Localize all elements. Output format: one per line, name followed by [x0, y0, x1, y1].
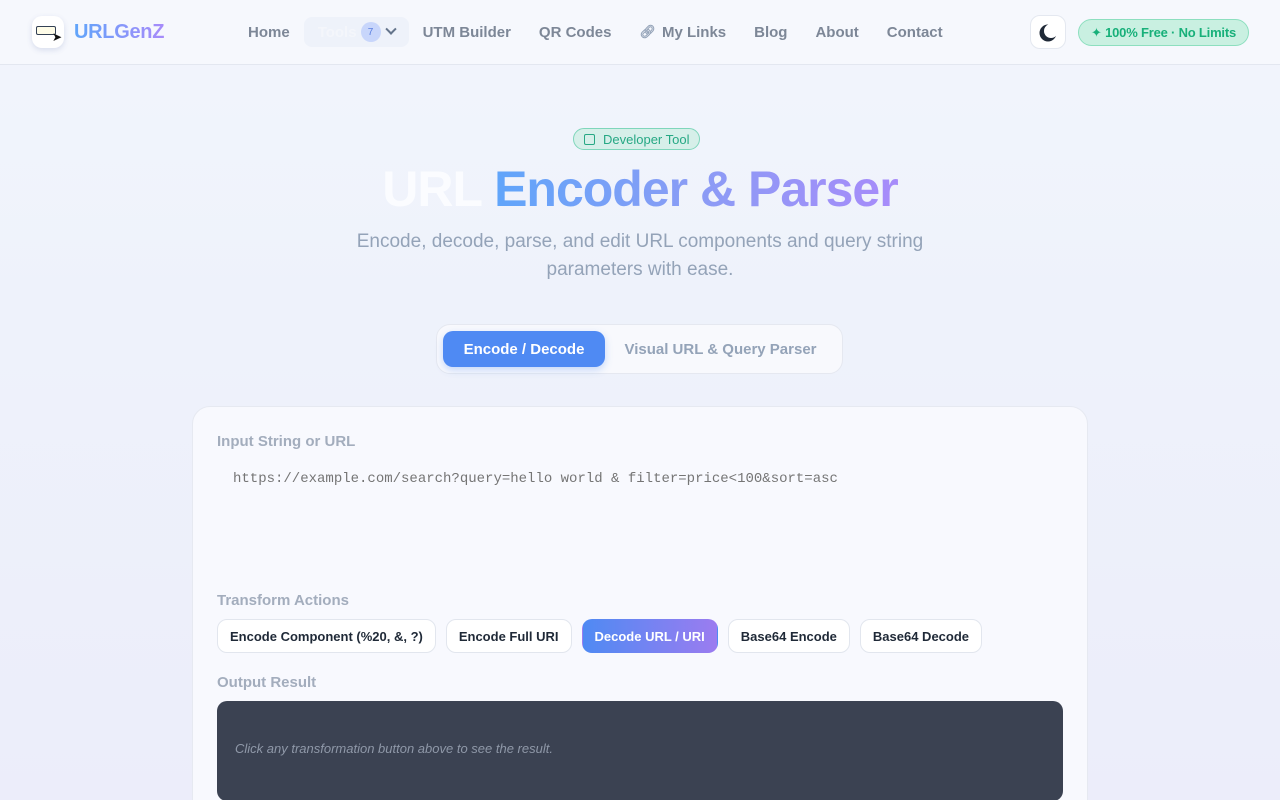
code-icon: [584, 133, 595, 145]
link-icon: 🔗︎: [639, 24, 656, 39]
tab-encode-decode[interactable]: Encode / Decode: [443, 331, 605, 367]
nav-utm-builder[interactable]: UTM Builder: [409, 17, 525, 47]
nav-my-links[interactable]: 🔗︎ My Links: [625, 17, 740, 47]
encoder-card: Input String or URL Transform Actions En…: [192, 406, 1088, 800]
output-label: Output Result: [217, 674, 317, 691]
main-nav: Home Tools 7 UTM Builder QR Codes 🔗︎ My …: [234, 17, 957, 47]
encode-component-button[interactable]: Encode Component (%20, &, ?): [217, 619, 436, 653]
site-header: ➤ URLGenZ Home Tools 7 UTM Builder QR Co…: [0, 0, 1280, 65]
input-label: Input String or URL: [217, 433, 356, 450]
title-white-part: URL: [382, 161, 482, 217]
decode-url-button[interactable]: Decode URL / URI: [581, 619, 718, 653]
logo[interactable]: ➤ URLGenZ: [32, 16, 164, 48]
nav-my-links-label: My Links: [661, 23, 727, 41]
transform-actions: Encode Component (%20, &, ?) Encode Full…: [217, 619, 992, 653]
nav-blog[interactable]: Blog: [740, 17, 801, 47]
nav-tools[interactable]: Tools 7: [303, 17, 409, 47]
input-textarea[interactable]: [217, 465, 1063, 585]
nav-tools-label: Tools: [317, 23, 357, 41]
base64-encode-button[interactable]: Base64 Encode: [727, 619, 850, 653]
moon-icon: [1044, 24, 1058, 38]
page-title: URL Encoder & Parser: [0, 160, 1280, 218]
mode-tabs: Encode / Decode Visual URL & Query Parse…: [436, 324, 843, 374]
nav-about[interactable]: About: [801, 17, 872, 47]
base64-decode-button[interactable]: Base64 Decode: [859, 619, 983, 653]
nav-contact[interactable]: Contact: [873, 17, 957, 47]
tab-visual-parser[interactable]: Visual URL & Query Parser: [605, 331, 836, 367]
theme-toggle-button[interactable]: [1030, 15, 1066, 49]
page-subtitle: Encode, decode, parse, and edit URL comp…: [356, 231, 924, 280]
developer-tool-label: Developer Tool: [603, 131, 690, 147]
actions-label: Transform Actions: [217, 592, 349, 609]
encode-full-uri-button[interactable]: Encode Full URI: [445, 619, 572, 653]
chevron-down-icon: [384, 23, 397, 35]
nav-qr-codes[interactable]: QR Codes: [525, 17, 626, 47]
nav-home[interactable]: Home: [234, 17, 304, 47]
free-badge: ✦ 100% Free · No Limits: [1078, 19, 1250, 46]
brand-name: URLGenZ: [74, 20, 165, 43]
output-result[interactable]: Click any transformation button above to…: [217, 701, 1063, 800]
logo-icon: ➤: [32, 16, 64, 48]
tools-count-badge: 7: [360, 22, 381, 42]
title-gradient-part: Encoder & Parser: [494, 161, 899, 217]
developer-tool-pill: Developer Tool: [573, 128, 701, 150]
